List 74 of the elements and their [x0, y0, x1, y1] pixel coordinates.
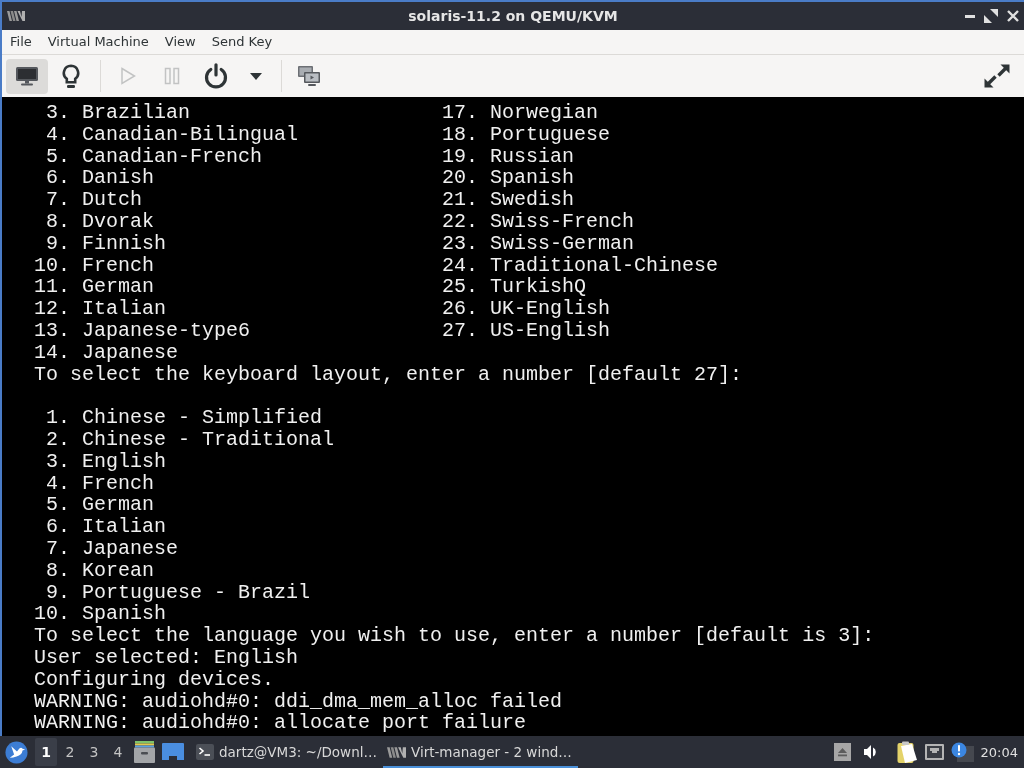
taskbar-task[interactable]: dartz@VM3: ~/Downl… — [192, 736, 383, 768]
monitor-icon — [15, 66, 39, 86]
monitor-button[interactable] — [6, 58, 48, 94]
clipboard-icon[interactable] — [896, 740, 918, 764]
terminal-icon — [196, 744, 214, 760]
menu-item[interactable]: Send Key — [203, 31, 281, 53]
window-title: solaris-11.2 on QEMU/KVM — [408, 8, 618, 24]
layout-option: 27. US-English — [442, 319, 611, 342]
taskbar-task[interactable]: Virt-manager - 2 wind… — [382, 736, 578, 768]
menu-item[interactable]: File — [2, 31, 40, 53]
layout-option: 18. Portuguese — [442, 123, 611, 146]
layout-option: 22. Swiss-French — [442, 211, 635, 233]
bird-logo-icon[interactable] — [5, 740, 28, 764]
terminal-line: WARNING: audiohd#0: ddi_dma_mem_alloc failed — [34, 690, 563, 713]
terminal-line: To select the language you wish to use, enter a number [default is 3]: — [34, 625, 875, 647]
layout-option: 6. Danish — [34, 166, 155, 190]
terminal-line: User selected: English — [34, 646, 299, 669]
monitors-icon — [297, 65, 321, 87]
layout-option: 8. Dvorak — [34, 210, 155, 233]
speaker-icon[interactable] — [862, 744, 879, 760]
layout-option: 13. Japanese-type6 — [34, 318, 251, 342]
layout-option: 7. Dutch — [34, 188, 143, 212]
terminal-line: To select the keyboard layout, enter a number [default 27]: — [34, 363, 743, 386]
language-option: 2. Chinese - Traditional — [34, 428, 335, 451]
window-icon[interactable] — [162, 743, 184, 761]
workspace-button[interactable]: 3 — [83, 738, 105, 766]
menu-item[interactable]: Virtual Machine — [39, 31, 157, 53]
language-option: 6. Italian — [34, 516, 167, 538]
layout-option: 26. UK-English — [442, 298, 611, 320]
language-option: 8. Korean — [34, 559, 155, 582]
close-icon[interactable] — [1007, 10, 1019, 22]
vm-logo-icon — [386, 746, 406, 758]
play-icon — [120, 67, 136, 85]
fullscreen-icon — [984, 64, 1010, 88]
terminal-line: Configuring devices. — [34, 668, 275, 691]
workspace-button[interactable]: 2 — [59, 738, 81, 766]
lightbulb-icon — [62, 63, 80, 89]
layout-option: 20. Spanish — [442, 167, 575, 190]
workspace-button[interactable]: 1 — [35, 738, 57, 766]
vm-logo-icon — [7, 11, 25, 21]
power-icon — [204, 63, 228, 89]
layout-option: 21. Swedish — [442, 189, 575, 211]
workspace-button[interactable]: 4 — [107, 738, 129, 766]
caret-icon — [250, 72, 262, 80]
terminal-line: WARNING: audiohd#0: allocate port failure — [34, 712, 527, 735]
clock: 20:04 — [980, 744, 1018, 760]
language-option: 10. Spanish — [34, 603, 167, 626]
alert-icon[interactable] — [950, 742, 974, 762]
layout-option: 17. Norwegian — [442, 102, 599, 124]
language-option: 4. French — [34, 472, 155, 495]
layout-option: 5. Canadian-French — [34, 144, 263, 168]
layout-option: 19. Russian — [442, 145, 575, 168]
layout-option: 24. Traditional-Chinese — [442, 254, 719, 277]
layout-option: 25. TurkishQ — [442, 276, 587, 299]
language-option: 5. German — [34, 494, 155, 517]
layout-option: 14. Japanese — [34, 340, 179, 364]
maximize-icon[interactable] — [984, 9, 998, 23]
layout-option: 3. Brazilian — [34, 101, 191, 124]
layout-option: 9. Finnish — [34, 231, 167, 255]
language-option: 9. Portuguese - Brazil — [34, 581, 311, 604]
language-option: 1. Chinese - Simplified — [34, 407, 323, 429]
layout-option: 11. German — [34, 275, 155, 299]
language-option: 7. Japanese — [34, 537, 179, 560]
layout-option: 23. Swiss-German — [442, 232, 635, 255]
file-cabinet-icon[interactable] — [134, 741, 155, 763]
layout-option: 12. Italian — [34, 297, 167, 321]
pause-icon — [164, 67, 180, 85]
menu-item[interactable]: View — [156, 31, 204, 53]
minimize-icon[interactable] — [965, 14, 975, 18]
language-option: 3. English — [34, 450, 167, 473]
eject-icon[interactable] — [833, 743, 851, 761]
layout-option: 4. Canadian-Bilingual — [34, 122, 299, 146]
layout-option: 10. French — [34, 253, 155, 277]
network-icon[interactable] — [924, 744, 944, 760]
